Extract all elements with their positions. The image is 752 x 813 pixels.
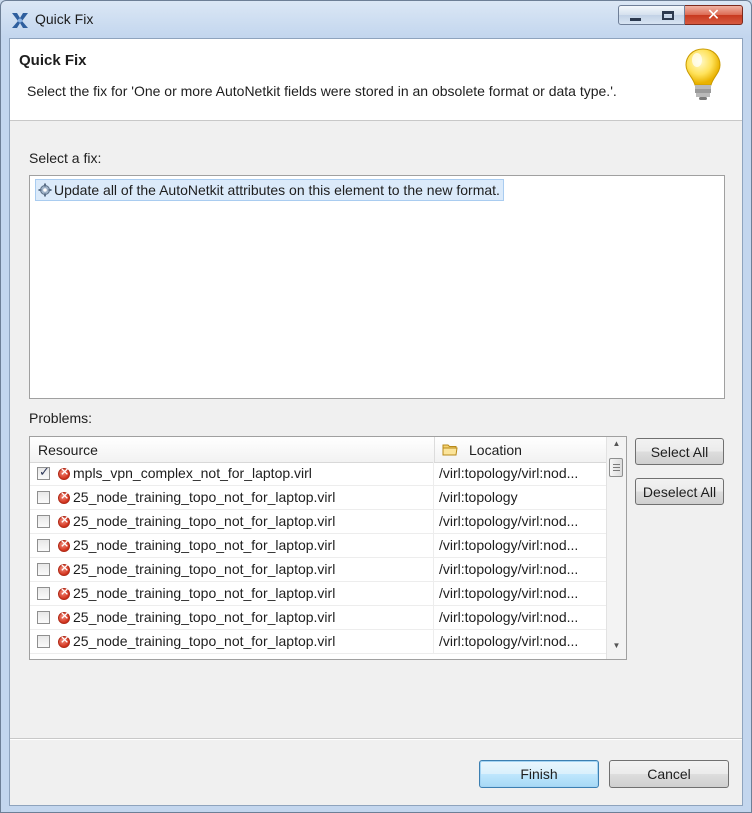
maximize-icon bbox=[661, 10, 674, 20]
gear-icon bbox=[38, 183, 52, 197]
scroll-up-arrow-icon[interactable]: ▲ bbox=[607, 439, 626, 455]
resource-cell: 25_node_training_topo_not_for_laptop.vir… bbox=[73, 513, 336, 529]
grip-line bbox=[613, 467, 620, 468]
resource-cell: mpls_vpn_complex_not_for_laptop.virl bbox=[73, 465, 312, 481]
app-logo-icon bbox=[12, 13, 28, 28]
checkmark-icon: ✓ bbox=[39, 465, 50, 480]
row-checkbox[interactable] bbox=[37, 515, 50, 528]
finish-button[interactable]: Finish bbox=[479, 760, 599, 788]
column-separator bbox=[433, 558, 434, 581]
dialog-title: Quick Fix bbox=[19, 52, 87, 69]
resource-cell: 25_node_training_topo_not_for_laptop.vir… bbox=[73, 609, 336, 625]
column-separator bbox=[433, 462, 434, 485]
error-icon bbox=[58, 561, 70, 576]
close-button[interactable]: ✕ bbox=[685, 5, 743, 25]
column-separator bbox=[433, 534, 434, 557]
grip-line bbox=[613, 470, 620, 471]
title-bar[interactable]: Quick Fix ✕ bbox=[1, 1, 751, 37]
close-icon: ✕ bbox=[706, 5, 721, 24]
table-row[interactable]: 25_node_training_topo_not_for_laptop.vir… bbox=[30, 558, 606, 582]
row-checkbox[interactable] bbox=[37, 563, 50, 576]
location-cell: /virl:topology/virl:nod... bbox=[439, 609, 579, 625]
location-cell: /virl:topology/virl:nod... bbox=[439, 633, 579, 649]
row-checkbox[interactable]: ✓ bbox=[37, 465, 50, 480]
location-cell: /virl:topology/virl:nod... bbox=[439, 537, 579, 553]
fix-item-update-attributes[interactable]: Update all of the AutoNetkit attributes … bbox=[35, 179, 504, 201]
dialog-header: Quick Fix Select the fix for 'One or mor… bbox=[10, 39, 742, 121]
fix-list[interactable]: Update all of the AutoNetkit attributes … bbox=[29, 175, 725, 399]
column-separator bbox=[433, 486, 434, 509]
error-icon bbox=[58, 465, 70, 480]
error-icon bbox=[58, 537, 70, 552]
table-row[interactable]: 25_node_training_topo_not_for_laptop.vir… bbox=[30, 534, 606, 558]
column-separator bbox=[433, 510, 434, 533]
quick-fix-window: Quick Fix ✕ Quick Fix Select the fix for… bbox=[0, 0, 752, 813]
location-cell: /virl:topology/virl:nod... bbox=[439, 585, 579, 601]
select-all-button[interactable]: Select All bbox=[635, 438, 724, 465]
row-checkbox[interactable] bbox=[37, 587, 50, 600]
minimize-icon bbox=[629, 17, 641, 21]
lightbulb-icon bbox=[685, 48, 721, 100]
column-separator bbox=[433, 582, 434, 605]
table-row[interactable]: ✓ mpls_vpn_complex_not_for_laptop.virl/vi… bbox=[30, 462, 606, 486]
location-cell: /virl:topology/virl:nod... bbox=[439, 561, 579, 577]
dialog-client-area: Quick Fix Select the fix for 'One or mor… bbox=[9, 38, 743, 806]
location-cell: /virl:topology/virl:nod... bbox=[439, 465, 579, 481]
table-header: Resource Location bbox=[30, 437, 606, 463]
resource-cell: 25_node_training_topo_not_for_laptop.vir… bbox=[73, 489, 336, 505]
problems-table[interactable]: Resource Location ✓ mpls_vpn_complex_not_… bbox=[29, 436, 627, 660]
table-row[interactable]: 25_node_training_topo_not_for_laptop.vir… bbox=[30, 486, 606, 510]
error-icon bbox=[58, 633, 70, 648]
table-row[interactable]: 25_node_training_topo_not_for_laptop.vir… bbox=[30, 606, 606, 630]
scrollbar-thumb[interactable] bbox=[609, 458, 623, 477]
row-checkbox[interactable] bbox=[37, 539, 50, 552]
resource-cell: 25_node_training_topo_not_for_laptop.vir… bbox=[73, 585, 336, 601]
fix-item-label: Update all of the AutoNetkit attributes … bbox=[54, 182, 500, 198]
resource-cell: 25_node_training_topo_not_for_laptop.vir… bbox=[73, 537, 336, 553]
error-icon bbox=[58, 513, 70, 528]
column-separator bbox=[433, 630, 434, 653]
resource-cell: 25_node_training_topo_not_for_laptop.vir… bbox=[73, 633, 336, 649]
column-header-resource[interactable]: Resource bbox=[38, 437, 98, 462]
scroll-down-arrow-icon[interactable]: ▼ bbox=[607, 641, 626, 657]
deselect-all-button[interactable]: Deselect All bbox=[635, 478, 724, 505]
table-row[interactable]: 25_node_training_topo_not_for_laptop.vir… bbox=[30, 630, 606, 654]
dialog-description: Select the fix for 'One or more AutoNetk… bbox=[27, 83, 617, 99]
location-cell: /virl:topology/virl:nod... bbox=[439, 513, 579, 529]
row-checkbox[interactable] bbox=[37, 611, 50, 624]
folder-icon bbox=[442, 444, 458, 456]
table-row[interactable]: 25_node_training_topo_not_for_laptop.vir… bbox=[30, 510, 606, 534]
footer-divider bbox=[10, 738, 742, 740]
error-icon bbox=[58, 489, 70, 504]
vertical-scrollbar[interactable]: ▲ ▼ bbox=[606, 437, 626, 659]
maximize-button[interactable] bbox=[651, 5, 685, 25]
grip-line bbox=[613, 464, 620, 465]
resource-cell: 25_node_training_topo_not_for_laptop.vir… bbox=[73, 561, 336, 577]
row-checkbox[interactable] bbox=[37, 635, 50, 648]
column-separator bbox=[433, 606, 434, 629]
location-cell: /virl:topology bbox=[439, 489, 518, 505]
error-icon bbox=[58, 609, 70, 624]
table-row[interactable]: 25_node_training_topo_not_for_laptop.vir… bbox=[30, 582, 606, 606]
cancel-button[interactable]: Cancel bbox=[609, 760, 729, 788]
problems-label: Problems: bbox=[29, 410, 93, 426]
select-fix-label: Select a fix: bbox=[29, 150, 102, 166]
row-checkbox[interactable] bbox=[37, 491, 50, 504]
error-icon bbox=[58, 585, 70, 600]
column-header-location[interactable]: Location bbox=[434, 437, 604, 462]
minimize-button[interactable] bbox=[618, 5, 652, 25]
location-header-label: Location bbox=[469, 442, 522, 458]
window-title: Quick Fix bbox=[35, 11, 94, 27]
